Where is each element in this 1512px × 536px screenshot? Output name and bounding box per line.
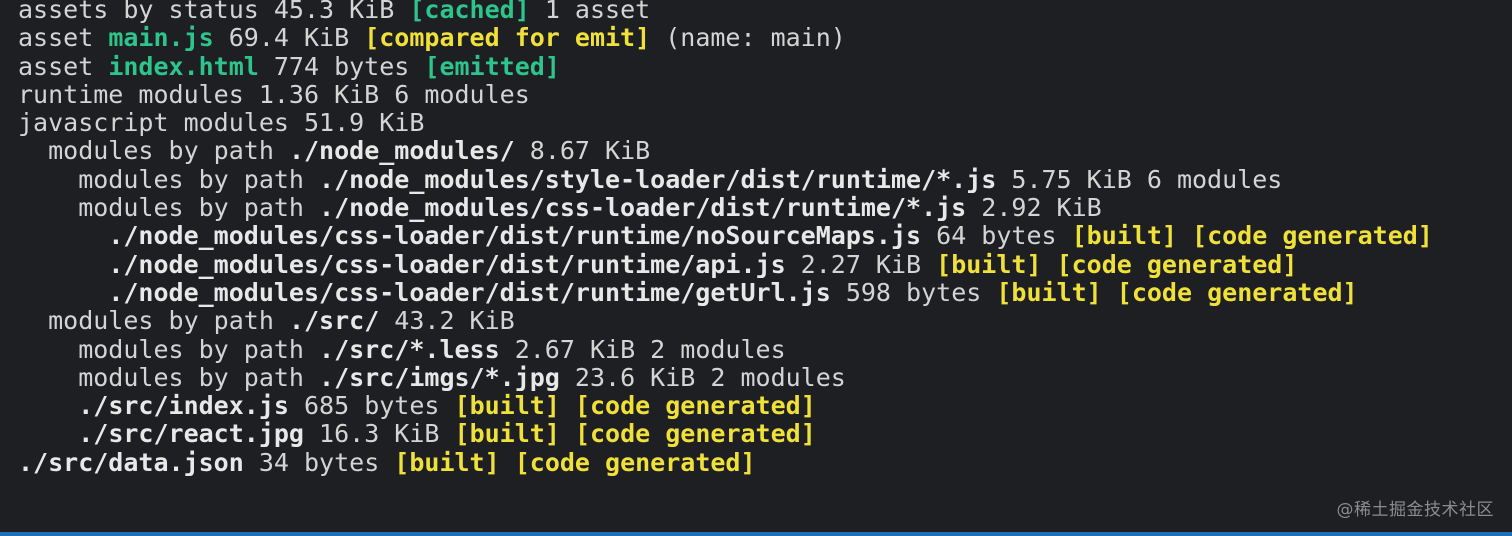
terminal-line: modules by path ./node_modules/css-loade… [18, 192, 1512, 223]
watermark: @稀土掘金技术社区 [1336, 500, 1494, 520]
terminal-text-segment: 34 bytes [243, 447, 395, 477]
terminal-text-segment: 5.75 KiB 6 modules [996, 164, 1283, 194]
terminal-text-segment: [cached] [409, 0, 530, 24]
terminal-text-segment: asset [18, 23, 109, 53]
terminal-line: modules by path ./src/imgs/*.jpg 23.6 Ki… [18, 362, 1512, 393]
terminal-text-segment: modules by path [18, 306, 289, 336]
terminal-text-segment: ./node_modules/css-loader/dist/runtime/n… [108, 221, 922, 251]
terminal-text-segment: 2.92 KiB [966, 193, 1102, 223]
terminal-text-segment: modules by path [18, 193, 320, 223]
terminal-text-segment: ./src/ [288, 306, 380, 336]
terminal-line: ./src/react.jpg 16.3 KiB [built] [code g… [18, 418, 1512, 449]
terminal-text-segment: 1 asset [529, 0, 651, 24]
terminal-text-segment: ./src/react.jpg [78, 419, 304, 449]
terminal-line: modules by path ./src/ 43.2 KiB [18, 305, 1512, 336]
terminal-text-segment: modules by path [18, 136, 289, 166]
terminal-text-segment: [built] [454, 391, 560, 421]
terminal-text-segment: javascript modules 51.9 KiB [18, 108, 425, 138]
terminal-bottom-bar [0, 532, 1512, 536]
terminal-line: modules by path ./src/*.less 2.67 KiB 2 … [18, 334, 1512, 365]
terminal-text-segment: [built] [394, 447, 500, 477]
terminal-text-segment: 23.6 KiB 2 modules [559, 362, 846, 392]
terminal-text-segment: ./node_modules/css-loader/dist/runtime/a… [108, 249, 786, 279]
terminal-text-segment: ./src/index.js [78, 391, 289, 421]
terminal-text-segment: (name: main) [650, 23, 846, 53]
terminal-line: modules by path ./node_modules/ 8.67 KiB [18, 135, 1512, 166]
terminal-output: assets by status 45.3 KiB [cached] 1 ass… [0, 0, 1512, 532]
terminal-line: ./node_modules/css-loader/dist/runtime/n… [18, 220, 1512, 251]
terminal-text-segment: 2.27 KiB [785, 249, 937, 279]
terminal-text-segment: [code generated] [574, 419, 816, 449]
terminal-text-segment: index.html [108, 51, 259, 81]
terminal-text-segment: ./node_modules/css-loader/dist/runtime/g… [108, 277, 831, 307]
terminal-text-segment: [code generated] [1116, 277, 1358, 307]
terminal-text-segment: [code generated] [1056, 249, 1298, 279]
terminal-text-segment: ./src/data.json [18, 447, 244, 477]
terminal-text-segment: ./node_modules/css-loader/dist/runtime/*… [319, 193, 967, 223]
terminal-text-segment: 685 bytes [288, 391, 455, 421]
terminal-line: ./src/index.js 685 bytes [built] [code g… [18, 390, 1512, 421]
terminal-line: asset index.html 774 bytes [emitted] [18, 51, 1512, 82]
terminal-line: javascript modules 51.9 KiB [18, 107, 1512, 138]
terminal-text-segment: 8.67 KiB [514, 136, 651, 166]
terminal-line: runtime modules 1.36 KiB 6 modules [18, 79, 1512, 110]
terminal-text-segment: 43.2 KiB [379, 306, 515, 336]
terminal-text-segment: [built] [454, 419, 560, 449]
terminal-text-segment: 774 bytes [258, 51, 425, 81]
terminal-text-segment: [emitted] [424, 51, 560, 81]
terminal-text-segment: runtime modules 1.36 KiB 6 modules [18, 79, 530, 109]
terminal-text-segment: ./node_modules/style-loader/dist/runtime… [319, 164, 997, 194]
terminal-text-segment: main.js [108, 23, 214, 53]
terminal-text-segment: [compared for emit] [364, 23, 651, 53]
terminal-text-segment: 69.4 KiB [213, 23, 365, 53]
terminal-text-segment: asset [18, 51, 109, 81]
terminal-line: ./node_modules/css-loader/dist/runtime/g… [18, 277, 1512, 308]
terminal-text-segment: [code generated] [514, 447, 756, 477]
terminal-text-segment: 598 bytes [830, 277, 997, 307]
terminal-text-segment: modules by path [18, 164, 320, 194]
terminal-text-segment: 16.3 KiB [304, 419, 455, 449]
terminal-text-segment: [code generated] [574, 391, 816, 421]
terminal-text-segment: 2.67 KiB 2 modules [499, 334, 786, 364]
terminal-text-segment: ./src/imgs/*.jpg [319, 362, 560, 392]
terminal-text-segment: [built] [1071, 221, 1177, 251]
terminal-text-segment: ./src/*.less [319, 334, 500, 364]
terminal-line: ./node_modules/css-loader/dist/runtime/a… [18, 249, 1512, 280]
terminal-text-segment: [built] [936, 249, 1042, 279]
terminal-text-segment: ./node_modules/ [288, 136, 515, 166]
terminal-text-segment: assets by status 45.3 KiB [18, 0, 410, 24]
terminal-line: modules by path ./node_modules/style-loa… [18, 164, 1512, 195]
terminal-text-segment: 64 bytes [921, 221, 1072, 251]
terminal-text-segment: [code generated] [1192, 221, 1433, 251]
terminal-text-segment: modules by path [18, 334, 320, 364]
terminal-line: ./src/data.json 34 bytes [built] [code g… [18, 447, 1512, 478]
terminal-text-segment: [built] [996, 277, 1102, 307]
terminal-text-segment: modules by path [18, 362, 320, 392]
terminal-line: asset main.js 69.4 KiB [compared for emi… [18, 22, 1512, 53]
